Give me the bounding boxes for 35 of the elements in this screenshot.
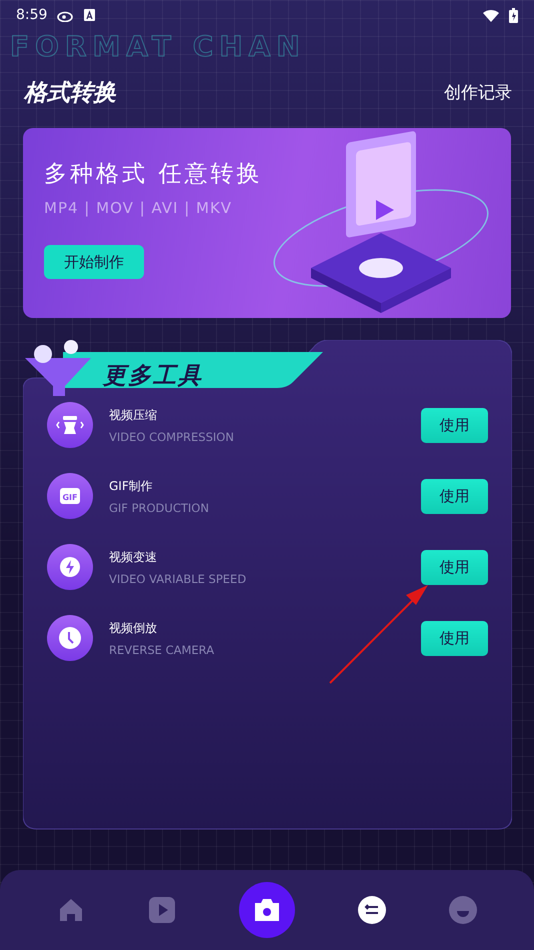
lightning-icon (47, 544, 93, 590)
backdrop-title: FORMAT CHAN (10, 32, 306, 62)
banner-title: 多种格式 任意转换 (44, 160, 264, 189)
convert-icon (358, 896, 386, 924)
use-button[interactable]: 使用 (421, 550, 488, 584)
banner-formats: MP4 | MOV | AVI | MKV (44, 199, 234, 217)
tool-subtitle: VIDEO COMPRESSION (109, 430, 235, 444)
tool-name: 视频倒放 (109, 620, 158, 636)
use-button[interactable]: 使用 (421, 478, 488, 514)
smile-icon (448, 896, 477, 924)
page-title: 格式转换 (24, 78, 116, 108)
use-button[interactable]: 使用 (421, 620, 488, 656)
tool-subtitle: REVERSE CAMERA (109, 642, 216, 656)
compress-icon (47, 402, 93, 448)
tool-subtitle: VIDEO VARIABLE SPEED (109, 572, 248, 586)
use-button[interactable]: 使用 (421, 408, 488, 442)
weibo-icon (57, 8, 74, 22)
tool-name: GIF制作 (109, 478, 154, 494)
status-time: 8:59 (16, 7, 48, 23)
camera-icon (252, 898, 281, 922)
gif-icon: GIF (47, 473, 93, 519)
profile-tab[interactable] (448, 896, 477, 924)
history-link[interactable]: 创作记录 (444, 80, 512, 104)
wifi-icon (483, 8, 499, 22)
battery-icon (509, 8, 518, 22)
start-button[interactable]: 开始制作 (44, 245, 144, 279)
video-tab[interactable] (148, 896, 176, 924)
tools-title: 更多工具 (103, 362, 203, 391)
tool-name: 视频变速 (109, 548, 158, 566)
clock-icon (47, 615, 93, 661)
tool-subtitle: GIF PRODUCTION (109, 500, 210, 514)
convert-tab[interactable] (358, 896, 386, 924)
app-notification-icon (84, 9, 96, 21)
play-icon (148, 896, 176, 924)
tool-name: 视频压缩 (109, 406, 158, 424)
